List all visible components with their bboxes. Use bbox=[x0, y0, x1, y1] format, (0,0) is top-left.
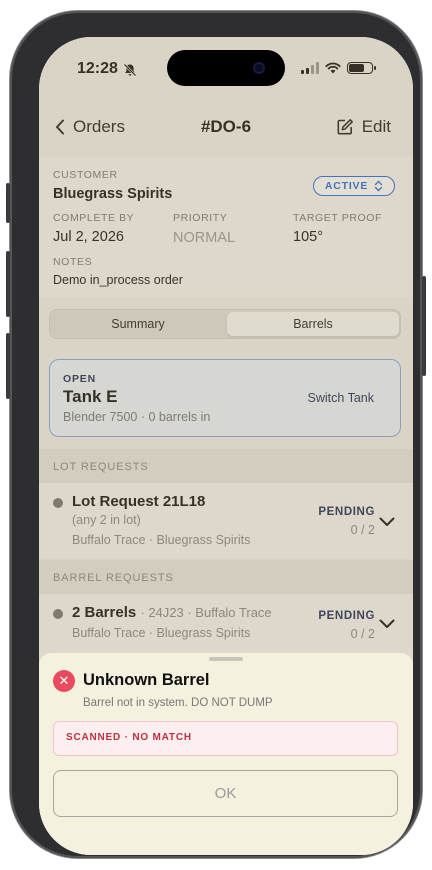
unknown-barrel-sheet: ✕ Unknown Barrel Barrel not in system. D… bbox=[39, 653, 413, 855]
ok-button[interactable]: OK bbox=[53, 770, 398, 817]
phone-frame: 12:28 Orders #DO-6 Edit CUSTOMER Bluegra… bbox=[6, 11, 426, 858]
mute-switch bbox=[6, 183, 10, 223]
volume-up-button bbox=[6, 251, 10, 317]
dynamic-island bbox=[167, 50, 285, 86]
sheet-title: Unknown Barrel bbox=[83, 671, 210, 689]
camera-icon bbox=[253, 62, 265, 74]
sheet-grabber[interactable] bbox=[209, 657, 243, 661]
error-x-icon: ✕ bbox=[53, 670, 75, 692]
power-button bbox=[422, 276, 426, 376]
scan-result-badge: SCANNED · NO MATCH bbox=[53, 721, 398, 756]
app: 12:28 Orders #DO-6 Edit CUSTOMER Bluegra… bbox=[39, 37, 413, 855]
volume-down-button bbox=[6, 333, 10, 399]
sheet-subtitle: Barrel not in system. DO NOT DUMP bbox=[83, 697, 273, 709]
screen: 12:28 Orders #DO-6 Edit CUSTOMER Bluegra… bbox=[39, 37, 413, 855]
